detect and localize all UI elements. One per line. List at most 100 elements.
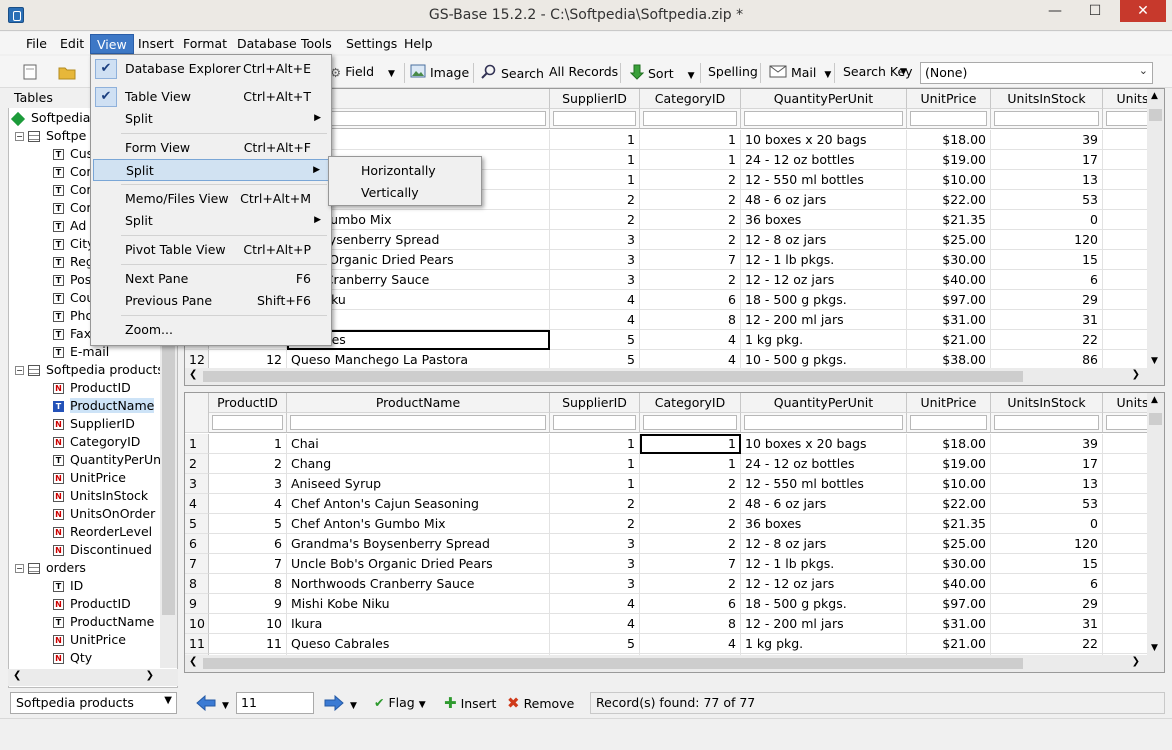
column-filter-input[interactable]	[287, 413, 550, 433]
table-cell[interactable]: $97.00	[907, 290, 991, 310]
table-cell[interactable]: 6	[640, 594, 741, 614]
table-cell[interactable]: 7	[209, 554, 287, 574]
column-filter-input[interactable]	[991, 109, 1103, 129]
tree-field-node[interactable]: T Fax	[53, 326, 91, 344]
view-menu-item-split[interactable]: Split ▶	[93, 108, 329, 130]
table-cell[interactable]: 4	[550, 310, 640, 330]
row-header[interactable]: 2	[185, 454, 209, 474]
table-cell[interactable]: 10 - 500 g pkgs.	[741, 350, 907, 370]
table-cell[interactable]: 2	[640, 474, 741, 494]
table-cell[interactable]: 120	[991, 534, 1103, 554]
column-filter-input[interactable]	[907, 413, 991, 433]
row-header[interactable]: 7	[185, 554, 209, 574]
grid-horizontal-scrollbar[interactable]: ❮ ❯	[185, 655, 1164, 672]
table-cell[interactable]: $21.00	[907, 330, 991, 350]
grid-horizontal-scrollbar[interactable]: ❮ ❯	[185, 368, 1164, 385]
new-icon[interactable]	[22, 64, 40, 82]
tree-field-node[interactable]: T Reg	[53, 254, 94, 272]
tree-field-node[interactable]: T Pos	[53, 272, 91, 290]
table-cell[interactable]: Northwoods Cranberry Sauce	[287, 574, 550, 594]
table-cell[interactable]: 1	[550, 474, 640, 494]
row-header[interactable]: 12	[185, 350, 209, 370]
table-cell[interactable]: 2	[550, 210, 640, 230]
table-cell[interactable]: Chef Anton's Gumbo Mix	[287, 514, 550, 534]
next-dropdown-icon[interactable]: ▼	[350, 698, 357, 714]
all-records-button[interactable]: All Records	[549, 64, 618, 82]
mail-button[interactable]: Mail ▼	[769, 64, 831, 82]
table-cell[interactable]: $25.00	[907, 534, 991, 554]
tree-field-node[interactable]: T City	[53, 236, 95, 254]
search-key-select[interactable]: (None) ⌄	[920, 62, 1153, 84]
menu-insert[interactable]: Insert	[132, 34, 180, 54]
menu-tools[interactable]: Tools	[295, 34, 338, 54]
column-header[interactable]: QuantityPerUnit	[741, 393, 907, 413]
table-cell[interactable]: 5	[209, 514, 287, 534]
tree-field-node[interactable]: N UnitsOnOrder	[53, 506, 155, 524]
table-cell[interactable]: 4	[209, 494, 287, 514]
table-row[interactable]: 5 5 Chef Anton's Gumbo Mix 2 2 36 boxes $21.35…	[185, 514, 1164, 534]
tree-field-node[interactable]: N UnitPrice	[53, 470, 126, 488]
table-cell[interactable]: 7	[640, 554, 741, 574]
tree-field-node[interactable]: T Cor	[53, 164, 92, 182]
table-cell[interactable]: 12 - 200 ml jars	[741, 614, 907, 634]
collapse-icon[interactable]: −	[15, 366, 24, 375]
table-cell[interactable]: 48 - 6 oz jars	[741, 190, 907, 210]
table-cell[interactable]: $10.00	[907, 170, 991, 190]
table-cell[interactable]: 3	[209, 474, 287, 494]
table-cell[interactable]: $21.35	[907, 210, 991, 230]
table-cell[interactable]: 53	[991, 494, 1103, 514]
tree-field-node[interactable]: N ProductID	[53, 380, 131, 398]
column-header[interactable]: UnitsInStock	[991, 393, 1103, 413]
table-row[interactable]: 6 6 Grandma's Boysenberry Spread 3 2 12 - 8 o…	[185, 534, 1164, 554]
next-record-icon[interactable]	[324, 694, 344, 715]
row-header[interactable]: 10	[185, 614, 209, 634]
corner-header[interactable]	[185, 393, 209, 433]
table-cell[interactable]: 3	[550, 534, 640, 554]
table-cell[interactable]: $22.00	[907, 494, 991, 514]
table-cell[interactable]: 6	[640, 290, 741, 310]
table-cell[interactable]: Ikura	[287, 614, 550, 634]
table-cell[interactable]: 39	[991, 434, 1103, 454]
table-cell[interactable]: 4	[640, 634, 741, 654]
table-cell[interactable]: $38.00	[907, 350, 991, 370]
table-cell[interactable]: $40.00	[907, 574, 991, 594]
table-row[interactable]: 7 7 Uncle Bob's Organic Dried Pears 3 7 12 - …	[185, 554, 1164, 574]
table-cell[interactable]: Uncle Bob's Organic Dried Pears	[287, 554, 550, 574]
view-menu-item-memo-files-view[interactable]: Memo/Files View Ctrl+Alt+M	[93, 188, 329, 210]
table-cell[interactable]: Mishi Kobe Niku	[287, 594, 550, 614]
record-number-input[interactable]: 11	[236, 692, 314, 714]
tree-field-node[interactable]: N Qty	[53, 650, 92, 668]
table-cell[interactable]: 1	[550, 434, 640, 454]
table-cell[interactable]: $25.00	[907, 230, 991, 250]
table-cell[interactable]: 12 - 12 oz jars	[741, 270, 907, 290]
table-cell[interactable]: 2	[640, 190, 741, 210]
table-cell[interactable]: $97.00	[907, 594, 991, 614]
view-menu-item-next-pane[interactable]: Next Pane F6	[93, 268, 329, 290]
table-cell[interactable]: 6	[209, 534, 287, 554]
column-header[interactable]: QuantityPerUnit	[741, 89, 907, 109]
tree-database-node[interactable]: Softpedia	[10, 110, 90, 128]
table-row[interactable]: 11 11 Queso Cabrales 5 4 1 kg pkg. $21.00 22	[185, 634, 1164, 654]
view-menu-item-form-view[interactable]: Form View Ctrl+Alt+F	[93, 137, 329, 159]
tree-field-node[interactable]: T ProductName	[53, 614, 154, 632]
row-header[interactable]: 6	[185, 534, 209, 554]
split-vertically-item[interactable]: Vertically	[361, 182, 419, 204]
table-cell[interactable]: 12 - 1 lb pkgs.	[741, 554, 907, 574]
table-cell[interactable]: 12 - 8 oz jars	[741, 534, 907, 554]
table-cell[interactable]: 5	[550, 330, 640, 350]
table-cell[interactable]: 13	[991, 170, 1103, 190]
menu-format[interactable]: Format	[177, 34, 233, 54]
insert-button[interactable]: ✚ Insert	[444, 695, 496, 712]
field-button[interactable]: ⚙ Field ▼	[330, 64, 395, 82]
column-filter-input[interactable]	[640, 109, 741, 129]
table-cell[interactable]: 31	[991, 614, 1103, 634]
column-header[interactable]: UnitPrice	[907, 393, 991, 413]
tree-field-node[interactable]: N ReorderLevel	[53, 524, 152, 542]
search-key-arrow-icon[interactable]: ▼	[900, 64, 907, 82]
table-cell[interactable]: 2	[640, 574, 741, 594]
table-cell[interactable]: 11	[209, 634, 287, 654]
table-cell[interactable]: $19.00	[907, 454, 991, 474]
table-cell[interactable]: 3	[550, 230, 640, 250]
table-cell[interactable]: Grandma's Boysenberry Spread	[287, 534, 550, 554]
table-cell[interactable]: 3	[550, 574, 640, 594]
